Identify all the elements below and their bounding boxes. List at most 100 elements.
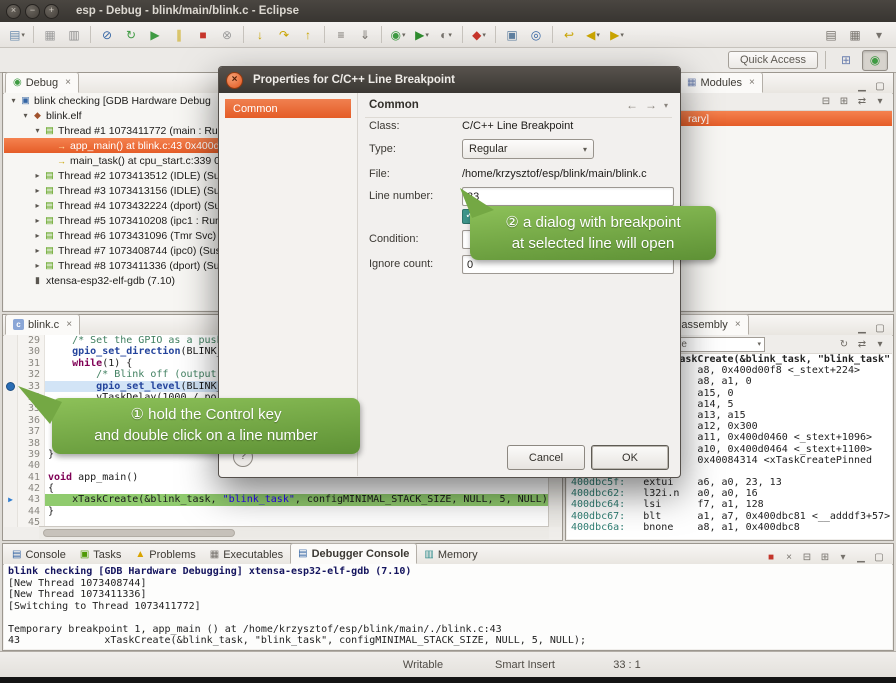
editor-gutter[interactable]: [4, 449, 18, 460]
new-cpp-class-button[interactable]: ▣: [500, 24, 524, 45]
console-tab-executables[interactable]: ▦Executables: [203, 545, 290, 564]
expand-all-icon[interactable]: ⊞: [836, 95, 852, 109]
drop-to-frame-button[interactable]: ⇓: [353, 24, 377, 45]
step-return-button[interactable]: ↑: [296, 24, 320, 45]
sidebar-item-common[interactable]: Common: [225, 99, 351, 118]
disconnect-button[interactable]: ⊗: [215, 24, 239, 45]
dialog-titlebar[interactable]: × Properties for C/C++ Line Breakpoint: [219, 67, 680, 93]
type-select[interactable]: Regular ▾: [462, 139, 594, 159]
tree-expander-icon[interactable]: ▸: [32, 231, 43, 240]
line-number[interactable]: 43: [18, 494, 45, 505]
scrollbar-thumb[interactable]: [43, 529, 235, 537]
pin-console-icon[interactable]: ▾: [835, 550, 851, 564]
tree-expander-icon[interactable]: ▸: [32, 201, 43, 210]
minimize-view-icon[interactable]: ▁: [854, 79, 870, 93]
editor-gutter[interactable]: [4, 358, 18, 369]
minimize-view-icon[interactable]: ▁: [854, 321, 870, 335]
save-button[interactable]: ▦: [38, 24, 62, 45]
tree-expander-icon[interactable]: ▾: [8, 96, 19, 105]
line-number[interactable]: 29: [18, 335, 45, 346]
resume-button[interactable]: ▶: [143, 24, 167, 45]
terminate-console-icon[interactable]: ■: [763, 550, 779, 564]
line-number[interactable]: 38: [18, 438, 45, 449]
window-close-button[interactable]: ×: [6, 4, 21, 19]
annotation-navigation-button[interactable]: ▤: [819, 24, 843, 45]
clear-console-icon[interactable]: ⊟: [799, 550, 815, 564]
tree-expander-icon[interactable]: ▸: [32, 171, 43, 180]
step-over-button[interactable]: ↷: [272, 24, 296, 45]
tab-modules[interactable]: ▦ Modules ×: [679, 72, 763, 93]
line-number[interactable]: 32: [18, 369, 45, 380]
tree-expander-icon[interactable]: ▾: [32, 126, 43, 135]
line-number[interactable]: 30: [18, 346, 45, 357]
new-wizard-button[interactable]: ▤▾: [5, 24, 29, 45]
view-menu-icon[interactable]: ▾: [872, 337, 888, 351]
window-minimize-button[interactable]: −: [25, 4, 40, 19]
tree-expander-icon[interactable]: ▸: [32, 216, 43, 225]
toolbar-overflow-button[interactable]: ▾: [867, 24, 891, 45]
console-tab-console[interactable]: ▤Console: [5, 545, 73, 564]
cancel-button[interactable]: Cancel: [507, 445, 585, 470]
editor-gutter[interactable]: [4, 438, 18, 449]
editor-gutter[interactable]: [4, 369, 18, 380]
sync-selection-icon[interactable]: ⇄: [854, 337, 870, 351]
console-tab-tasks[interactable]: ▣Tasks: [73, 545, 129, 564]
maximize-view-icon[interactable]: ▢: [872, 321, 888, 335]
run-button[interactable]: ▶▾: [410, 24, 434, 45]
disassembly-line[interactable]: 400dbc64: lsi f7, a1, 128: [567, 499, 892, 510]
editor-gutter[interactable]: [4, 506, 18, 517]
view-menu-icon[interactable]: ▾: [872, 95, 888, 109]
chevron-down-icon[interactable]: ▾: [757, 340, 761, 348]
disassembly-line[interactable]: 400dbc6a: bnone a8, a1, 0x400dbc8: [567, 522, 892, 533]
close-icon[interactable]: ×: [66, 319, 72, 330]
restart-button[interactable]: ↻: [119, 24, 143, 45]
search-button[interactable]: ◎: [524, 24, 548, 45]
open-perspective-button[interactable]: ⊞: [833, 50, 859, 71]
editor-line[interactable]: ▶43 xTaskCreate(&blink_task, "blink_task…: [4, 494, 549, 505]
editor-gutter[interactable]: [4, 346, 18, 357]
remove-launch-icon[interactable]: ×: [781, 550, 797, 564]
console-tab-memory[interactable]: ▥Memory: [417, 545, 484, 564]
editor-horizontal-scrollbar[interactable]: [39, 526, 549, 539]
tree-expander-icon[interactable]: ▾: [20, 111, 31, 120]
disassembly-line[interactable]: 400dbc62: l32i.n a0, a0, 16: [567, 488, 892, 499]
refresh-icon[interactable]: ↻: [836, 337, 852, 351]
line-number[interactable]: 41: [18, 472, 45, 483]
console-tab-debugger-console[interactable]: ▤Debugger Console: [290, 543, 417, 564]
editor-gutter[interactable]: [4, 517, 18, 527]
scroll-lock-icon[interactable]: ⊞: [817, 550, 833, 564]
line-number[interactable]: 44: [18, 506, 45, 517]
tree-expander-icon[interactable]: ▸: [32, 246, 43, 255]
forward-button[interactable]: ▶▾: [605, 24, 629, 45]
ok-button[interactable]: OK: [591, 445, 669, 470]
editor-line[interactable]: 42{: [4, 483, 549, 494]
close-icon[interactable]: ×: [65, 77, 71, 88]
disassembly-line[interactable]: 400dbc5f: extui a6, a0, 23, 13: [567, 477, 892, 488]
link-with-debug-icon[interactable]: ⇄: [854, 95, 870, 109]
debug-button[interactable]: ◉▾: [386, 24, 410, 45]
line-number[interactable]: 31: [18, 358, 45, 369]
skip-all-breakpoints-button[interactable]: ⊘: [95, 24, 119, 45]
editor-gutter[interactable]: ▶: [4, 494, 18, 505]
console-tab-problems[interactable]: ▲Problems: [128, 545, 202, 564]
last-edit-location-button[interactable]: ↩: [557, 24, 581, 45]
maximize-view-icon[interactable]: ▢: [872, 79, 888, 93]
profile-button[interactable]: ◐▾: [434, 24, 458, 45]
chevron-down-icon[interactable]: ▾: [664, 101, 668, 110]
line-number[interactable]: 42: [18, 483, 45, 494]
print-button[interactable]: ▥: [62, 24, 86, 45]
tree-expander-icon[interactable]: ▸: [32, 261, 43, 270]
disassembly-line[interactable]: 400dbc67: blt a1, a7, 0x400dbc81 <__addd…: [567, 511, 892, 522]
maximize-view-icon[interactable]: ▢: [871, 550, 887, 564]
show-whitespace-button[interactable]: ▦: [843, 24, 867, 45]
quick-access-button[interactable]: Quick Access: [728, 51, 818, 69]
tab-blink-c[interactable]: c blink.c ×: [5, 314, 80, 335]
instruction-stepping-button[interactable]: ≡: [329, 24, 353, 45]
external-tools-button[interactable]: ◆▾: [467, 24, 491, 45]
minimize-view-icon[interactable]: ▁: [853, 550, 869, 564]
suspend-button[interactable]: ∥: [167, 24, 191, 45]
editor-gutter[interactable]: [4, 335, 18, 346]
tab-debug[interactable]: ◉ Debug ×: [5, 72, 79, 93]
close-icon[interactable]: ×: [749, 77, 755, 88]
window-maximize-button[interactable]: +: [44, 4, 59, 19]
